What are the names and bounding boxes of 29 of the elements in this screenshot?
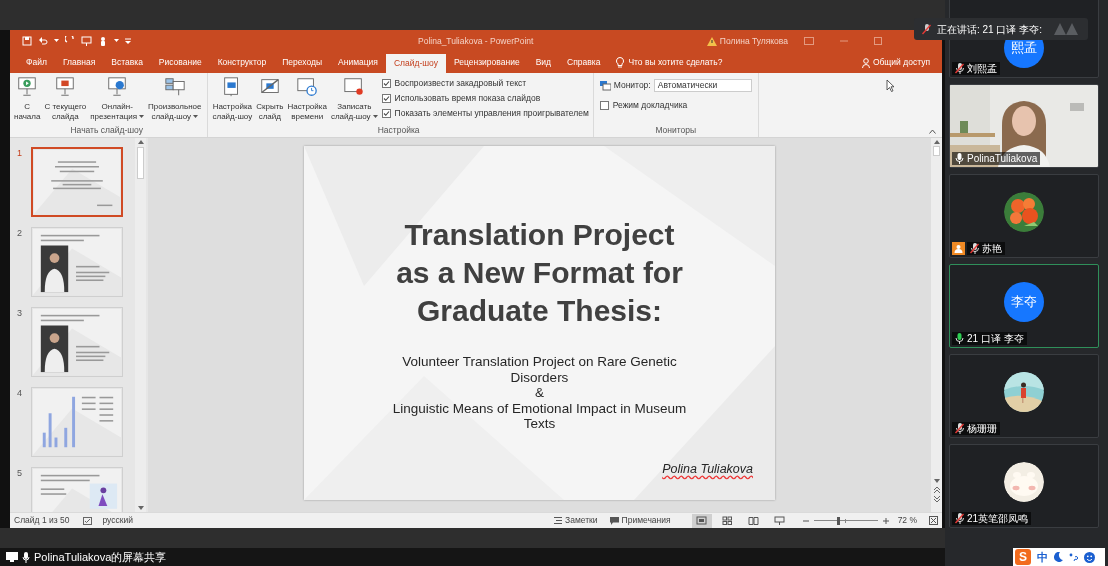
checkbox-label: Использовать время показа слайдов — [394, 92, 541, 105]
slide-subtitle: Linguistic Means of Emotional Impact in Museum Texts — [391, 400, 688, 432]
slide-number: 5 — [16, 467, 23, 480]
participant-name: 刘熙孟 — [967, 62, 997, 75]
slide-counter: Слайд 1 из 50 — [14, 514, 70, 527]
field-label: Монитор: — [613, 79, 651, 92]
ime-logo: S — [1015, 549, 1031, 565]
window-title: Polina_Tuliakova - PowerPoint — [418, 34, 534, 48]
slide-subtitle: & — [535, 385, 544, 401]
slide-number: 3 — [16, 307, 23, 320]
participant-name: 21 口译 李夺 — [967, 332, 1024, 345]
slide-title: Translation Project as a New Format for Graduate Thesis: — [396, 217, 683, 329]
participant-name: 21英笔邵凤鸣 — [967, 512, 1029, 525]
screen-share-label: PolinaTuliakova的屏幕共享 — [34, 549, 167, 565]
group-label: Мониторы — [655, 124, 697, 137]
participant-name: PolinaTuliakova — [967, 152, 1038, 165]
participant-name: 杨珊珊 — [967, 422, 997, 435]
slide-number: 1 — [16, 147, 23, 160]
group-label: Настройка — [377, 124, 420, 137]
checkbox-label: Показать элементы управления проигрывателем — [394, 107, 589, 120]
participant-name: 苏艳 — [982, 242, 1002, 255]
slide-author: Polina Tuliakova — [662, 461, 753, 479]
avatar: 李夺 — [1004, 282, 1044, 322]
slide-subtitle: Volunteer Translation Project on Rare Genetic Disorders — [401, 354, 678, 385]
group-label: Начать слайд-шоу — [70, 124, 143, 137]
checkbox-label: Воспроизвести закадровый текст — [394, 77, 527, 90]
slide-number: 4 — [16, 387, 23, 400]
checkbox-label: Режим докладчика — [612, 99, 688, 112]
slide-number: 2 — [16, 227, 23, 240]
